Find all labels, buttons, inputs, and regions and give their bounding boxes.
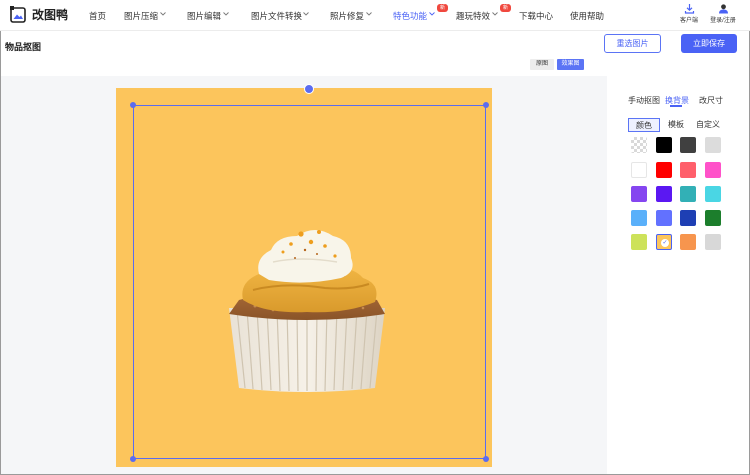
rotate-handle-icon[interactable]: [304, 84, 314, 94]
color-swatch[interactable]: ✓: [656, 234, 672, 250]
nav-item-features[interactable]: 特色功能: [393, 10, 427, 22]
top-nav-bar: 改图鸭 首页 图片压缩 图片编辑 图片文件转换 照片修复 特色功能 新 趣玩特效…: [0, 0, 750, 31]
color-swatch[interactable]: [680, 234, 696, 250]
chevron-down-icon: [492, 12, 498, 16]
chevron-down-icon: [303, 12, 309, 16]
color-swatch[interactable]: [680, 137, 696, 153]
page-title: 物品抠图: [5, 42, 42, 52]
crop-handle-top-left[interactable]: [130, 102, 136, 108]
nav-item-help[interactable]: 使用帮助: [570, 10, 604, 22]
save-now-button[interactable]: 立即保存: [681, 34, 737, 53]
color-swatch[interactable]: [705, 186, 721, 202]
active-tab-underline: [670, 105, 682, 107]
chevron-down-icon: [429, 12, 435, 16]
app-name: 改图鸭: [32, 8, 69, 22]
nav-item-compress[interactable]: 图片压缩: [124, 10, 158, 22]
logo-icon: [10, 6, 26, 23]
color-swatch[interactable]: [631, 186, 647, 202]
nav-item-edit[interactable]: 图片编辑: [187, 10, 221, 22]
nav-item-home[interactable]: 首页: [89, 10, 106, 22]
swatch-transparent[interactable]: [631, 137, 647, 153]
crop-handle-top-right[interactable]: [483, 102, 489, 108]
color-swatch[interactable]: [656, 162, 672, 178]
tab-manual-cutout[interactable]: 手动抠图: [628, 95, 660, 106]
chevron-down-icon: [160, 12, 166, 16]
color-swatch[interactable]: [705, 137, 721, 153]
color-swatch[interactable]: [705, 210, 721, 226]
login-register-button[interactable]: 登录/注册: [703, 3, 743, 24]
new-badge: 新: [437, 4, 449, 12]
color-swatch[interactable]: [680, 210, 696, 226]
crop-handle-bottom-left[interactable]: [130, 456, 136, 462]
view-original-toggle[interactable]: 原图: [530, 59, 554, 70]
color-swatch[interactable]: [680, 186, 696, 202]
crop-frame[interactable]: [133, 105, 486, 459]
nav-item-repair[interactable]: 照片修复: [330, 10, 364, 22]
subtab-color[interactable]: 颜色: [628, 118, 660, 132]
new-badge: 新: [500, 4, 512, 12]
crop-handle-bottom-right[interactable]: [483, 456, 489, 462]
color-swatch[interactable]: [656, 210, 672, 226]
color-swatch[interactable]: [705, 234, 721, 250]
color-swatch[interactable]: [656, 186, 672, 202]
checkmark-icon: ✓: [661, 239, 669, 247]
subtab-template[interactable]: 模板: [662, 118, 690, 132]
reselect-image-button[interactable]: 重选图片: [604, 34, 661, 53]
login-label: 登录/注册: [710, 18, 736, 24]
nav-item-convert[interactable]: 图片文件转换: [251, 10, 302, 22]
user-avatar-icon: [718, 4, 728, 14]
chevron-down-icon: [223, 12, 229, 16]
color-swatch[interactable]: [656, 137, 672, 153]
download-icon: [684, 4, 694, 14]
subtab-custom[interactable]: 自定义: [692, 118, 724, 132]
tab-resize[interactable]: 改尺寸: [699, 95, 723, 106]
color-swatch[interactable]: [631, 234, 647, 250]
view-effect-toggle[interactable]: 效果图: [557, 59, 584, 70]
nav-item-download-center[interactable]: 下载中心: [519, 10, 553, 22]
logo[interactable]: 改图鸭: [10, 6, 68, 23]
color-swatch[interactable]: [631, 210, 647, 226]
color-swatch[interactable]: [705, 162, 721, 178]
color-swatch[interactable]: [680, 162, 696, 178]
chevron-down-icon: [366, 12, 372, 16]
nav-item-fun-effects[interactable]: 趣玩特效: [456, 10, 490, 22]
color-swatch[interactable]: [631, 162, 647, 178]
